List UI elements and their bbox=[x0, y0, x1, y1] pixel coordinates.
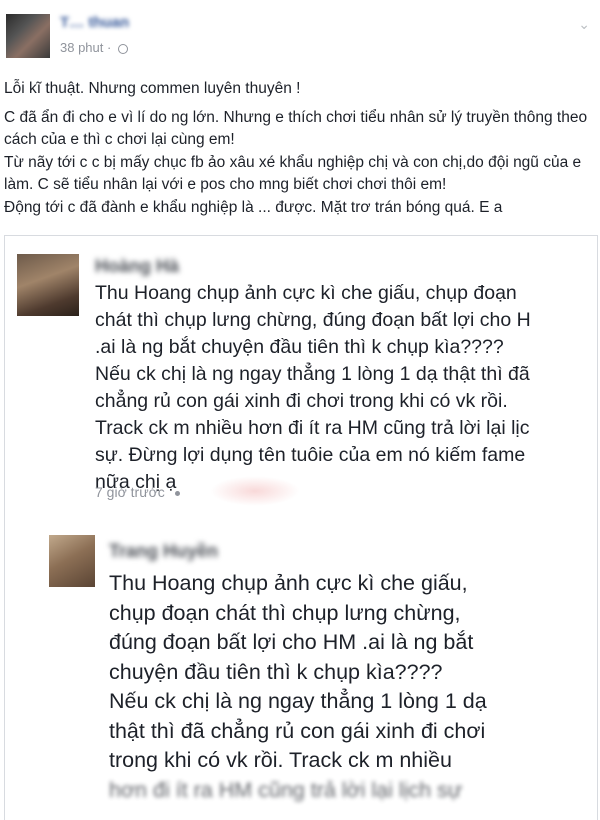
comment-line: đúng đoạn bất lợi cho HM .ai là ng bắt bbox=[109, 630, 474, 654]
dot-icon bbox=[174, 490, 180, 496]
comment-text: Thu Hoang chụp ảnh cực kì che giấu, chụp… bbox=[109, 569, 589, 805]
comment-line: thật thì đã chẳng rủ con gái xinh đi chơ… bbox=[109, 718, 486, 743]
comment-text: Thu Hoang chụp ảnh cực kì che giấu, chụp… bbox=[95, 280, 595, 496]
comment-line: Thu Hoang chụp ảnh cực kì che giấu, bbox=[109, 571, 468, 595]
embedded-screenshot: Hoàng Hà Thu Hoang chụp ảnh cực kì che g… bbox=[4, 235, 598, 820]
chevron-down-icon[interactable]: ⌄ bbox=[578, 16, 590, 33]
post-time[interactable]: 38 phut · bbox=[60, 40, 111, 55]
comment-time: 7 giờ trước bbox=[95, 484, 180, 500]
post-paragraph: Động tới c đã đành e khẩu nghiệp là ... … bbox=[4, 198, 503, 216]
comment-2: Trang Huyền Thu Hoang chụp ảnh cực kì ch… bbox=[5, 521, 597, 820]
comment-line: chẳng rủ con gái xinh đi chơi trong khi … bbox=[95, 390, 508, 412]
commenter-name: Hoàng Hà bbox=[95, 256, 180, 276]
comment-1: Hoàng Hà Thu Hoang chụp ảnh cực kì che g… bbox=[5, 236, 597, 506]
commenter-avatar bbox=[49, 535, 95, 587]
comment-line: chát thì chụp lưng chừng, đúng đoạn bất … bbox=[95, 309, 531, 331]
image-smudge bbox=[210, 476, 300, 506]
post-paragraph: Lỗi kĩ thuật. Nhưng commen luyên thuyên … bbox=[4, 80, 301, 97]
comment-line: chuyện đầu tiên thì k chụp kìa???? bbox=[109, 659, 443, 684]
author-name[interactable]: T… thuan bbox=[60, 14, 170, 34]
comment-time-text: 7 giờ trước bbox=[95, 484, 165, 500]
comment-line: Nếu ck chị là ng ngay thẳng 1 lòng 1 dạ bbox=[109, 689, 487, 713]
comment-line: .ai là ng bắt chuyện đầu tiên thì k chụp… bbox=[95, 336, 504, 358]
comment-line: Nếu ck chị là ng ngay thẳng 1 lòng 1 dạ … bbox=[95, 363, 530, 385]
author-avatar[interactable] bbox=[6, 14, 50, 58]
commenter-avatar bbox=[17, 254, 79, 316]
comment-line: sự. Đừng lợi dụng tên tuôie của em nó ki… bbox=[95, 444, 526, 466]
globe-icon bbox=[117, 44, 128, 54]
comment-line: trong khi có vk rồi. Track ck m nhiều bbox=[109, 748, 452, 772]
comment-line: Thu Hoang chụp ảnh cực kì che giấu, chụp… bbox=[95, 282, 517, 304]
post-header: T… thuan 38 phut · ⌄ bbox=[0, 0, 600, 66]
post-paragraph: Từ nãy tới c c bị mấy chục fb ảo xâu xé … bbox=[4, 153, 582, 194]
comment-line: Track ck m nhiều hơn đi ít ra HM cũng tr… bbox=[95, 417, 530, 439]
comment-line: hơn đi ít ra HM cũng trả lời lại lịch sự bbox=[109, 777, 463, 802]
post-paragraph: C đã ẩn đi cho e vì lí do ng lớn. Nhưng … bbox=[4, 108, 588, 149]
comment-line: chụp đoạn chát thì chụp lưng chừng, bbox=[109, 600, 461, 625]
author-name-text[interactable]: T… thuan bbox=[60, 14, 129, 31]
post-meta: 38 phut · bbox=[60, 40, 128, 55]
commenter-name: Trang Huyền bbox=[109, 541, 219, 561]
post-body: Lỗi kĩ thuật. Nhưng commen luyên thuyên … bbox=[4, 78, 594, 219]
